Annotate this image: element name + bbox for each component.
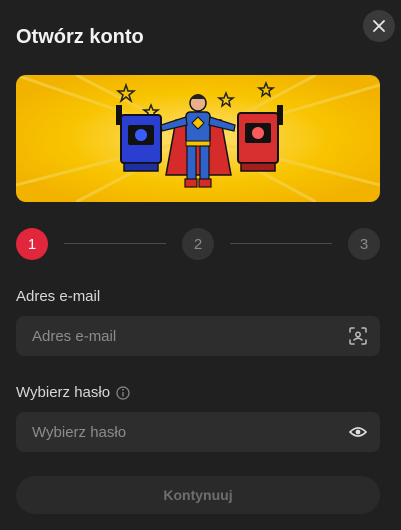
close-button[interactable] [363,10,395,42]
email-label-text: Adres e-mail [16,288,101,305]
password-field-wrapper [16,412,380,452]
email-field-wrapper [16,316,380,356]
close-icon [373,20,385,32]
scan-face-icon[interactable] [348,326,368,346]
email-field[interactable] [16,316,336,356]
continue-button[interactable]: Kontynuuj [16,476,380,514]
step-1: 1 [16,228,48,260]
promo-banner [16,75,380,202]
step-connector [230,243,332,244]
step-2: 2 [182,228,214,260]
info-icon[interactable] [116,385,130,400]
eye-icon[interactable] [348,422,368,442]
password-label-text: Wybierz hasło [16,384,111,401]
step-3: 3 [348,228,380,260]
signup-modal: Otwórz konto 1 2 3 Adres e-mail Adres e-… [0,0,401,530]
email-label: Adres e-mail [16,288,100,305]
modal-title: Otwórz konto [16,26,144,48]
password-field[interactable] [16,412,336,452]
superhero-slot-machines-illustration [16,75,380,202]
step-connector [64,243,166,244]
step-indicator: 1 2 3 [16,228,380,260]
password-label: Wybierz hasło [16,384,130,401]
